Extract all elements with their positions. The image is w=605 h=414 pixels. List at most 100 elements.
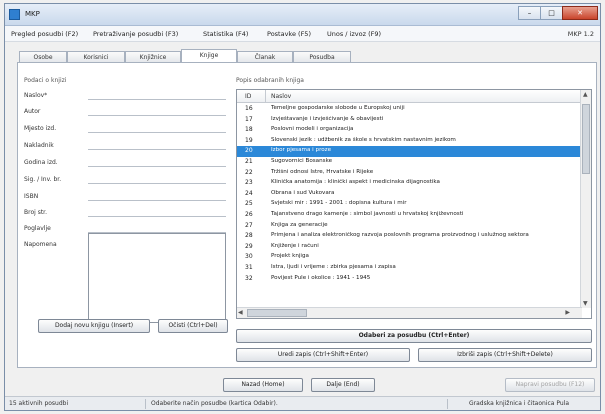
table-row[interactable]: 18 Poslovni modeli i organizacija [237,125,581,136]
status-bar: 15 aktivnih posudbi Odaberite način posu… [5,396,600,410]
scroll-up-icon[interactable]: ▲ [583,91,588,98]
row-title: Tržišni odnosi Istre, Hrvatske i Rijeke [271,168,374,175]
table-row[interactable]: 28 Primjena i analiza elektroničkog razvo… [237,231,581,242]
table-row[interactable]: 22 Tržišni odnosi Istre, Hrvatske i Rijek… [237,168,581,179]
horizontal-scrollbar[interactable]: ◀ ▶ [237,307,582,318]
row-title: Izbor pjesama i proze [271,147,332,154]
table-row[interactable]: 21 Sugovornici Bosanske [237,157,581,168]
row-id: 19 [245,136,253,144]
menu-item-pretrazivanje[interactable]: Pretraživanje posudbi (F3) [93,30,178,38]
form-group-title: Podaci o knjizi [24,77,67,84]
menu-item-postavke[interactable]: Postavke (F5) [267,30,311,38]
finish-loan-button: Napravi posudbu (F12) [505,378,595,392]
maximize-icon[interactable]: □ [540,6,562,20]
table-row[interactable]: 29 Knjiženje i računi [237,242,581,253]
status-divider [145,399,146,409]
horizontal-scroll-thumb[interactable] [247,309,307,317]
row-title: Slovenski jezik : udžbenik za škole s hr… [271,136,456,143]
signatura-input[interactable] [88,183,226,184]
clear-form-button[interactable]: Očisti (Ctrl+Del) [158,319,228,333]
books-panel: Podaci o knjizi Naslov* Autor Mjesto izd… [17,62,597,368]
menu-item-pregled[interactable]: Pregled posudbi (F2) [11,30,78,38]
table-row[interactable]: 32 Povijest Pule i okolice : 1941 - 1945 [237,274,581,285]
scroll-left-icon[interactable]: ◀ [238,309,243,316]
field-label-godina: Godina izd. [24,159,58,166]
app-logo-icon [9,9,20,20]
edit-record-button[interactable]: Uredi zapis (Ctrl+Shift+Enter) [236,348,410,362]
menu-item-statistika[interactable]: Statistika (F4) [203,30,248,38]
vertical-scroll-thumb[interactable] [582,104,590,174]
vertical-scrollbar[interactable]: ▲ ▼ [580,90,591,308]
menu-bar: Pregled posudbi (F2) Pretraživanje posud… [5,26,600,42]
row-id: 27 [245,221,253,229]
minimize-icon[interactable]: – [518,6,540,20]
row-title: Primjena i analiza elektroničkog razvoja… [271,232,529,239]
table-row[interactable]: 25 Svjetski mir : 1991 - 2001 : dopisna k… [237,199,581,210]
table-row[interactable]: 16 Temeljne gospodarske slobode u Europsk… [237,104,581,115]
column-header-naslov[interactable]: Naslov [271,93,291,100]
row-id: 24 [245,189,253,197]
back-button[interactable]: Nazad (Home) [223,378,303,392]
row-title: Obrana i sud Vukovara [271,189,335,196]
godina-input[interactable] [88,166,226,167]
naslov-input[interactable] [88,99,226,100]
table-row[interactable]: 23 Klinička anatomija : klinički aspekt i… [237,178,581,189]
row-title: Poslovni modeli i organizacija [271,126,354,133]
app-window: MKP – □ ✕ Pregled posudbi (F2) Pretraživ… [4,3,601,411]
version-label: MKP 1.2 [567,30,594,38]
window-title: MKP [25,10,40,18]
napomena-textarea[interactable] [88,233,226,323]
window-controls: – □ ✕ [518,6,598,20]
table-row[interactable]: 17 Izvještavanje i izvješćivanje & obavij… [237,115,581,126]
list-rows: 16 Temeljne gospodarske slobode u Europsk… [237,104,581,284]
field-label-autor: Autor [24,108,41,115]
status-active-loans: 15 aktivnih posudbi [9,400,69,407]
isbn-input[interactable] [88,200,226,201]
table-row[interactable]: 27 Knjiga za generacije [237,221,581,232]
add-book-button[interactable]: Dodaj novu knjigu (Insert) [38,319,150,333]
row-title: Knjiženje i računi [271,242,319,249]
delete-record-button[interactable]: Izbriši zapis (Ctrl+Shift+Delete) [418,348,592,362]
status-library: Gradska knjižnica i čitaonica Pula [469,400,570,407]
field-label-napomena: Napomena [24,241,57,248]
row-title: Povijest Pule i okolice : 1941 - 1945 [271,274,371,281]
row-title: Klinička anatomija : klinički aspekt i m… [271,179,440,186]
row-id: 31 [245,263,253,271]
row-title: Sugovornici Bosanske [271,157,333,164]
select-for-loan-button[interactable]: Odaberi za posudbu (Ctrl+Enter) [236,329,592,343]
table-row[interactable]: 30 Projekt knjiga [237,252,581,263]
scroll-right-icon[interactable]: ▶ [565,309,570,316]
row-title: Knjiga za generacije [271,221,328,228]
row-title: Tajanstveno drago kamenje : simbol javno… [271,210,464,217]
row-id: 28 [245,232,253,240]
column-divider[interactable] [265,90,266,103]
nakladnik-input[interactable] [88,149,226,150]
book-list[interactable]: ID Naslov 16 Temeljne gospodarske slobode… [236,89,592,319]
field-label-nakladnik: Nakladnik [24,142,54,149]
column-header-id[interactable]: ID [245,93,251,100]
title-bar: MKP – □ ✕ [5,4,600,26]
row-id: 17 [245,115,253,123]
table-row[interactable]: 31 Istra, ljudi i vrijeme : zbirka pjesam… [237,263,581,274]
table-row[interactable]: 20 Izbor pjesama i proze [237,146,581,157]
broj-str-input[interactable] [88,216,226,217]
autor-input[interactable] [88,115,226,116]
tab-knjige[interactable]: Knjige [181,49,237,63]
field-label-naslov: Naslov* [24,92,48,99]
table-row[interactable]: 19 Slovenski jezik : udžbenik za škole s … [237,136,581,147]
close-icon[interactable]: ✕ [562,6,598,20]
row-id: 25 [245,200,253,208]
row-id: 16 [245,105,253,112]
menu-item-unos-izvoz[interactable]: Unos / izvoz (F9) [327,30,381,38]
table-row[interactable]: 24 Obrana i sud Vukovara [237,189,581,200]
table-row[interactable]: 26 Tajanstveno drago kamenje : simbol jav… [237,210,581,221]
row-title: Projekt knjiga [271,253,309,260]
row-title: Temeljne gospodarske slobode u Europskoj… [271,105,405,111]
mjesto-input[interactable] [88,132,226,133]
tab-bar: Osobe Korisnici Knjižnice Knjige Članak … [19,49,351,63]
scroll-down-icon[interactable]: ▼ [583,300,588,307]
row-id: 23 [245,179,253,187]
list-group-title: Popis odabranih knjiga [236,77,304,84]
next-button[interactable]: Dalje (End) [311,378,375,392]
field-label-poglavlje: Poglavlje [24,225,51,232]
